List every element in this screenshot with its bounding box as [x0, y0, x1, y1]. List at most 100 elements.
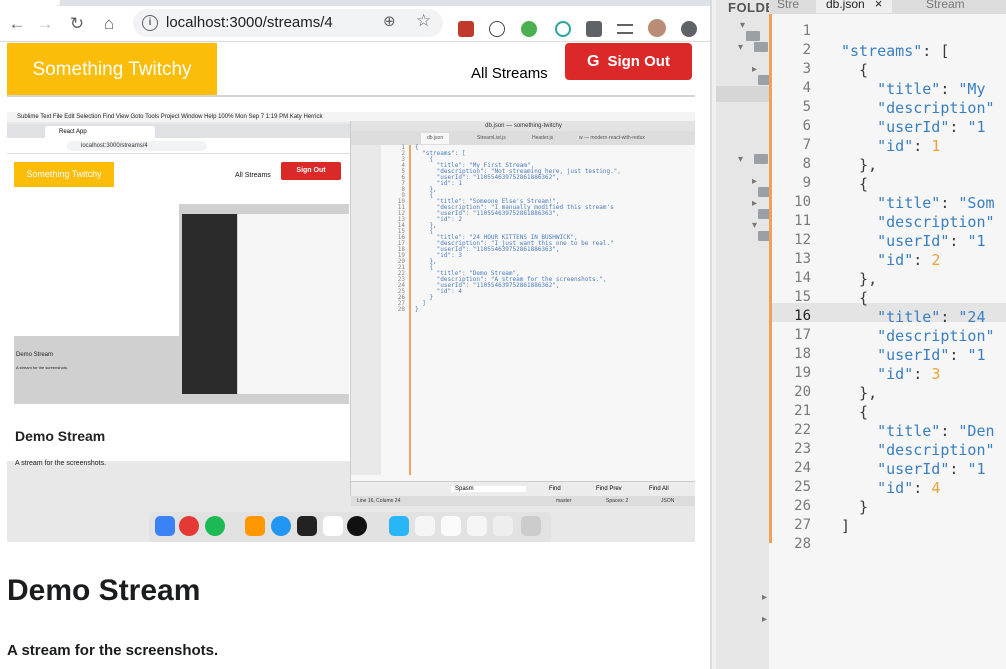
editor-tab[interactable]: Stre	[767, 0, 809, 13]
code-line: "title": "24	[877, 308, 986, 326]
line-number: 26	[794, 498, 811, 514]
obs-icon	[347, 516, 367, 536]
code-content[interactable]: "streams": [ { "title": "My "description…	[841, 14, 1006, 669]
update-menu-icon[interactable]	[681, 21, 697, 37]
terminal-icon	[297, 516, 317, 536]
line-number: 28	[794, 536, 811, 552]
code-line: "userId": "1	[877, 346, 986, 364]
code-line: },	[841, 384, 878, 402]
embedded-sign-out: Sign Out	[281, 162, 341, 180]
stream-description: A stream for the screenshots.	[7, 642, 219, 659]
line-number: 2	[802, 42, 811, 58]
address-bar-url[interactable]: localhost:3000/streams/4	[166, 14, 333, 31]
folder-row[interactable]: ▾	[738, 42, 768, 56]
code-line: "userId": "1	[877, 460, 986, 478]
line-number: 17	[794, 327, 811, 343]
embedded-find-input: Spasm	[451, 486, 526, 492]
embedded-tab-strip: React App	[7, 124, 353, 138]
embedded-line-numbers: 1 2 3 4 5 6 7 8 9 10 11 12 13 14 15 16 1…	[397, 144, 405, 313]
code-line: "userId": "1	[877, 118, 986, 136]
line-number: 25	[794, 479, 811, 495]
code-line: "title": "Som	[877, 194, 995, 212]
code-line: {	[841, 175, 869, 193]
embedded-tab: React App	[45, 126, 155, 138]
nested-editor	[238, 214, 349, 394]
line-number: 23	[794, 441, 811, 457]
google-icon: G	[587, 53, 600, 70]
editor-tab-active[interactable]: db.json ×	[816, 0, 893, 13]
document-icon	[493, 516, 513, 536]
folder-icon	[754, 154, 768, 165]
embedded-browser: React App localhost:3000/streams/4 Somet…	[7, 124, 353, 467]
line-number: 11	[794, 213, 811, 229]
reading-list-icon[interactable]	[617, 24, 633, 34]
profile-avatar[interactable]	[648, 19, 666, 37]
embedded-editor-title: db.json — something-twitchy	[351, 121, 695, 131]
bookmark-star-icon[interactable]: ☆	[416, 11, 431, 31]
address-bar[interactable]: i localhost:3000/streams/4 ⊕ ☆	[133, 9, 443, 37]
sign-out-button[interactable]: G Sign Out	[565, 43, 692, 80]
embedded-all-streams: All Streams	[235, 172, 271, 179]
code-line: {	[841, 403, 869, 421]
embedded-toolbar: localhost:3000/streams/4	[7, 138, 353, 154]
evernote-extension-icon[interactable]	[521, 21, 537, 37]
color-picker-extension-icon[interactable]	[555, 21, 571, 37]
line-number: 18	[794, 346, 811, 362]
line-number: 5	[802, 99, 811, 115]
nested-sidebar	[182, 214, 237, 394]
folder-icon	[389, 516, 409, 536]
embedded-editor-code: { "streams": [ { "title": "My First Stre…	[415, 145, 695, 475]
messages-icon	[271, 516, 291, 536]
document-icon	[441, 516, 461, 536]
embedded-editor-tab: w — modern-react-with-redux	[579, 135, 645, 141]
code-editor[interactable]: 1 2 3 4 5 6 7 8 9 10 11 12 13 14 15 16 17 18 19 20 21 22 23 24 2…	[769, 14, 1006, 669]
embedded-find-bar: Spasm Find Find Prev Find All	[351, 481, 695, 496]
editor-tab[interactable]: Stream	[916, 0, 975, 13]
editor-tab-label: db.json	[826, 0, 865, 11]
reload-icon[interactable]: ↻	[65, 12, 89, 36]
site-info-icon[interactable]: i	[142, 15, 158, 31]
code-line: },	[841, 156, 878, 174]
embedded-nested-title: Demo Stream	[16, 352, 54, 358]
embedded-find-prev-button: Find Prev	[596, 486, 622, 492]
chevron-down-icon: ▾	[738, 42, 744, 53]
line-number: 9	[802, 175, 811, 191]
folder-row[interactable]: ▾	[738, 154, 768, 168]
embedded-nested-frame	[14, 204, 349, 404]
brand-link[interactable]: Something Twitchy	[7, 43, 217, 96]
document-icon	[415, 516, 435, 536]
zoom-icon[interactable]: ⊕	[383, 12, 396, 30]
line-number: 13	[794, 251, 811, 267]
embedded-status-position: Line 16, Column 24	[357, 498, 401, 504]
finder-icon	[155, 516, 175, 536]
line-number: 19	[794, 365, 811, 381]
folder-icon	[754, 42, 768, 53]
home-icon[interactable]: ⌂	[97, 12, 121, 36]
line-number: 24	[794, 460, 811, 476]
embedded-status-branch: master	[556, 498, 572, 504]
line-number: 14	[794, 270, 811, 286]
arrow-left-icon[interactable]: ←	[5, 12, 29, 36]
close-icon[interactable]: ×	[875, 0, 883, 11]
editor-tab-bar: Stre db.json × Stream	[769, 0, 1006, 14]
sublime-window: FOLDE ▾ ▾ ▸ ▾ ▸ ▸ ▾ ▸ ▸ Stre db.json × St…	[716, 0, 1006, 669]
notes-icon	[323, 516, 343, 536]
arrow-right-icon[interactable]: →	[33, 12, 57, 36]
all-streams-link[interactable]: All Streams	[471, 65, 548, 82]
code-line: "id": 4	[877, 479, 941, 497]
info-extension-icon[interactable]	[489, 21, 505, 37]
code-line: {	[841, 289, 869, 307]
line-number: 27	[794, 517, 811, 533]
line-number: 7	[802, 137, 811, 153]
folder-row[interactable]: ▾	[740, 20, 769, 42]
chevron-right-icon: ▸	[752, 64, 758, 75]
ublock-extension-icon[interactable]	[458, 21, 474, 37]
puzzle-extensions-icon[interactable]	[586, 21, 602, 37]
line-number: 8	[802, 156, 811, 172]
line-number: 20	[794, 384, 811, 400]
code-line: "title": "Den	[877, 422, 995, 440]
sidebar-selected-row[interactable]	[716, 86, 769, 102]
browser-window: ← → ↻ ⌂ i localhost:3000/streams/4 ⊕ ☆ S…	[0, 0, 710, 669]
code-line: "id": 1	[877, 137, 941, 155]
code-line: "description"	[877, 327, 995, 345]
